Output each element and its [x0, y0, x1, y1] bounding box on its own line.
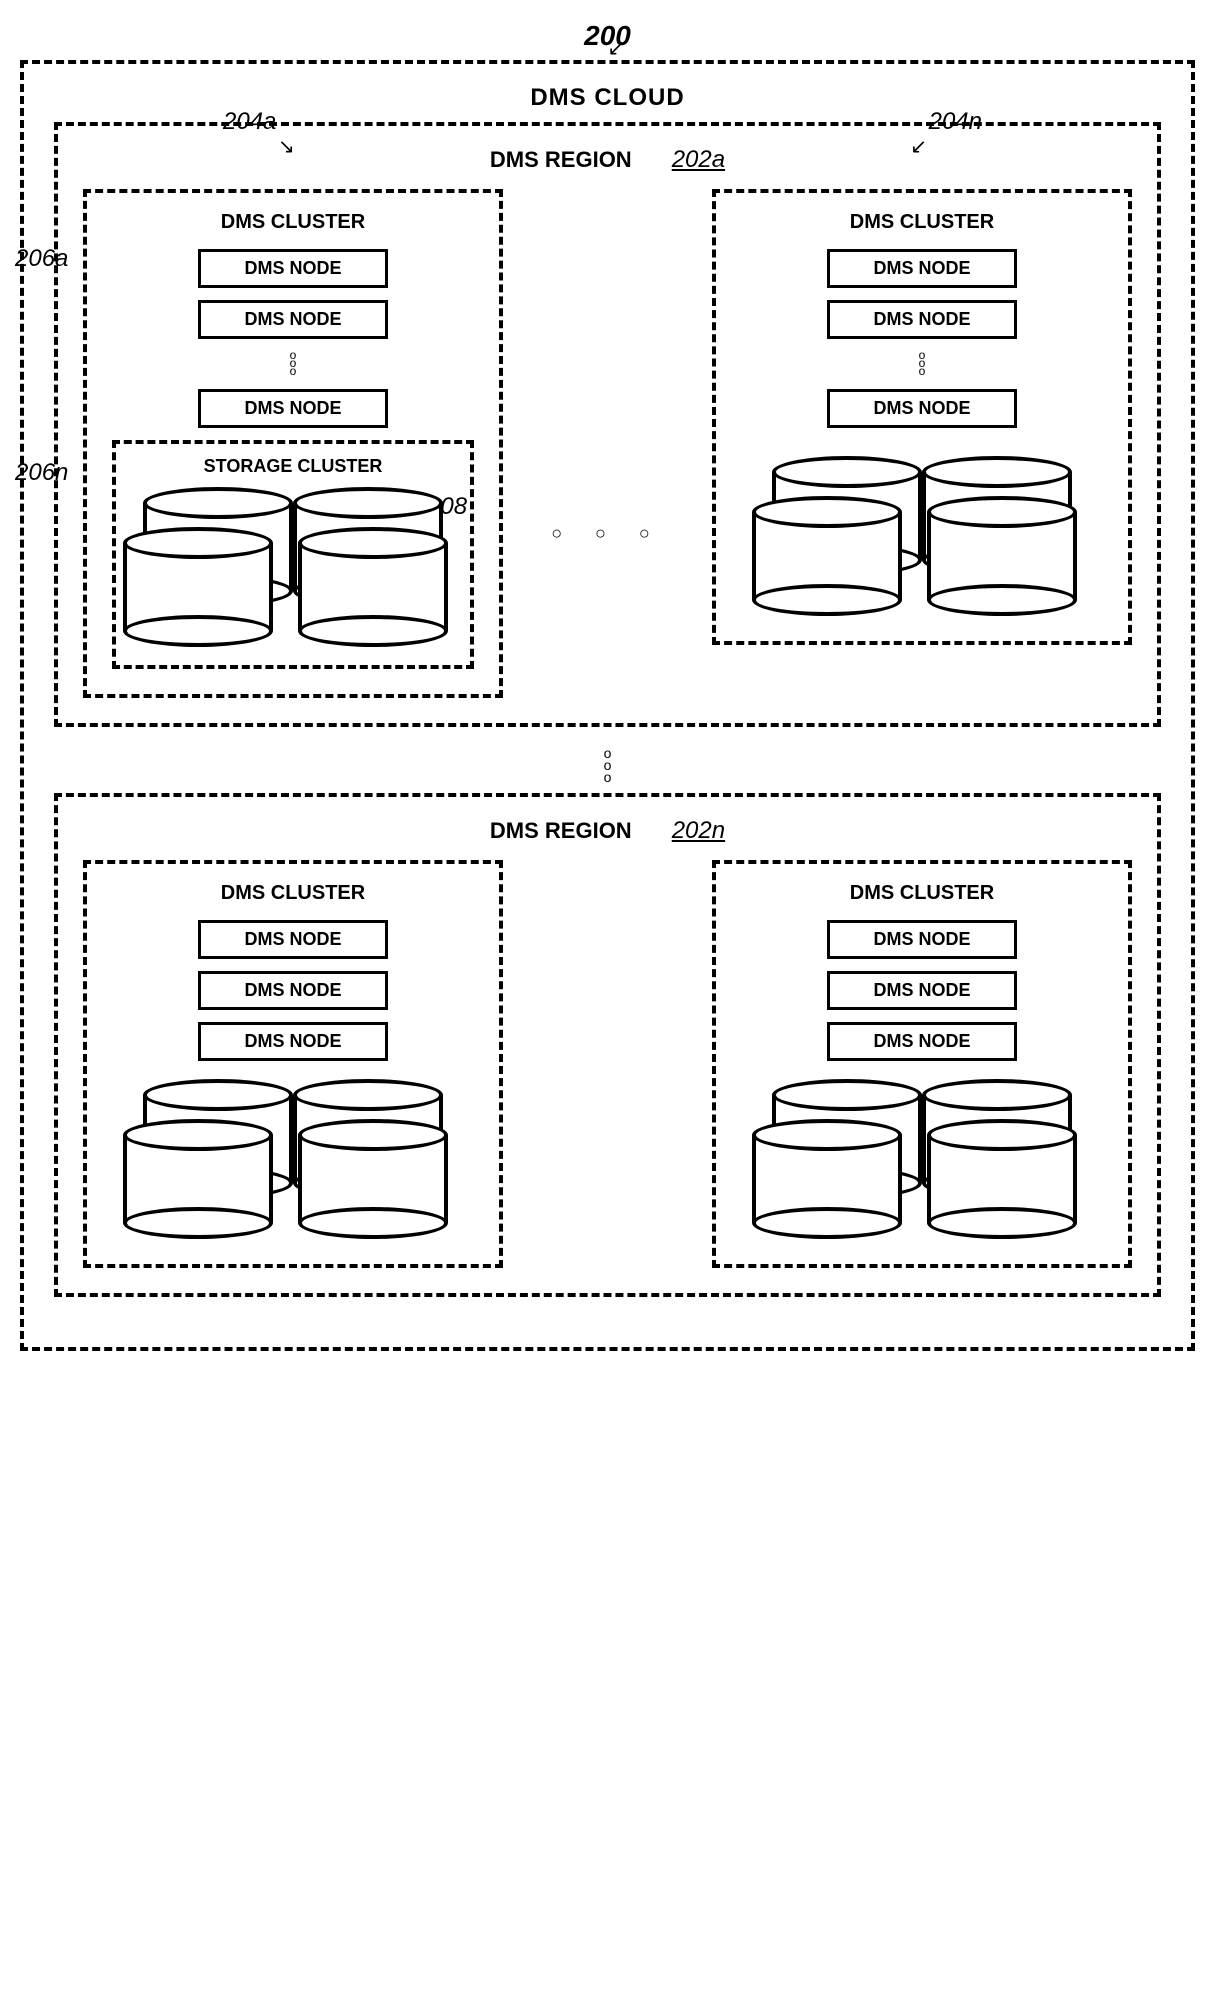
cylinder-icon	[123, 1119, 273, 1239]
cluster-title-n2: DMS CLUSTER	[741, 882, 1103, 905]
cluster-n1: DMS CLUSTER DMS NODE DMS NODE DMS NODE	[83, 860, 503, 1268]
hdots-icon: ○ ○ ○	[551, 343, 664, 544]
dms-node: DMS NODE	[198, 389, 388, 428]
ref-204a: 204a	[223, 108, 276, 136]
ref-204n: 204n	[929, 108, 982, 136]
dms-node: DMS NODE	[198, 971, 388, 1010]
cylinder-group	[762, 1079, 1082, 1239]
dms-cloud-box: DMS CLOUD 204a ↘ DMS REGION 202a 204n ↙ …	[20, 60, 1195, 1351]
cluster-title-204a: DMS CLUSTER	[112, 211, 474, 234]
cylinder-icon	[927, 1119, 1077, 1239]
vdots-icon: ooo	[54, 747, 1161, 783]
dms-region-202n: DMS REGION 202n DMS CLUSTER DMS NODE DMS…	[54, 793, 1161, 1297]
cluster-204n: DMS CLUSTER DMS NODE DMS NODE ooo DMS NO…	[712, 189, 1132, 645]
dms-node: DMS NODE	[827, 920, 1017, 959]
dms-node: DMS NODE	[198, 1022, 388, 1061]
cylinder-icon	[927, 496, 1077, 616]
vdots-icon: ooo	[112, 351, 474, 375]
dms-node: DMS NODE	[198, 920, 388, 959]
region-header-a: 204a ↘ DMS REGION 202a 204n ↙	[83, 146, 1132, 174]
vdots-icon: ooo	[741, 351, 1103, 375]
arrow-204n: ↙	[910, 134, 927, 159]
ref-206n: 206n	[15, 459, 68, 487]
dms-node: DMS NODE	[827, 249, 1017, 288]
storage-cluster-208: STORAGE CLUSTER	[112, 440, 474, 669]
arrow-204a: ↘	[278, 134, 295, 159]
ref-206a: 206a	[15, 245, 68, 273]
region-title-n: DMS REGION	[490, 818, 632, 844]
dms-region-202a: 204a ↘ DMS REGION 202a 204n ↙ 206a 206n …	[54, 122, 1161, 727]
cylinder-icon	[752, 1119, 902, 1239]
dms-node: DMS NODE	[827, 1022, 1017, 1061]
cylinder-icon	[298, 527, 448, 647]
dms-node: DMS NODE	[198, 300, 388, 339]
cluster-title-204n: DMS CLUSTER	[741, 211, 1103, 234]
ref-202n: 202n	[672, 817, 725, 845]
cloud-title: DMS CLOUD	[54, 84, 1161, 112]
dms-node: DMS NODE	[198, 249, 388, 288]
cylinder-group	[762, 456, 1082, 616]
cylinder-group	[133, 1079, 453, 1239]
region-header-n: DMS REGION 202n	[83, 817, 1132, 845]
diagram-root: 200 ↙ DMS CLOUD 204a ↘ DMS REGION 202a 2…	[20, 60, 1195, 1351]
cluster-row-a: 206a 206n 208 ↙ DMS CLUSTER DMS NODE DMS…	[83, 189, 1132, 698]
cluster-n2: DMS CLUSTER DMS NODE DMS NODE DMS NODE	[712, 860, 1132, 1268]
cluster-204a: 206a 206n 208 ↙ DMS CLUSTER DMS NODE DMS…	[83, 189, 503, 698]
dms-node: DMS NODE	[827, 389, 1017, 428]
cylinder-icon	[752, 496, 902, 616]
region-title-a: DMS REGION	[490, 147, 632, 173]
cluster-title-n1: DMS CLUSTER	[112, 882, 474, 905]
cylinder-icon	[123, 527, 273, 647]
dms-node: DMS NODE	[827, 300, 1017, 339]
cylinder-icon	[298, 1119, 448, 1239]
ref-202a: 202a	[672, 146, 725, 174]
cluster-row-n: DMS CLUSTER DMS NODE DMS NODE DMS NODE	[83, 860, 1132, 1268]
storage-title: STORAGE CLUSTER	[131, 456, 455, 477]
cylinder-group	[133, 487, 453, 647]
dms-node: DMS NODE	[827, 971, 1017, 1010]
arrow-200: ↙	[608, 36, 625, 61]
